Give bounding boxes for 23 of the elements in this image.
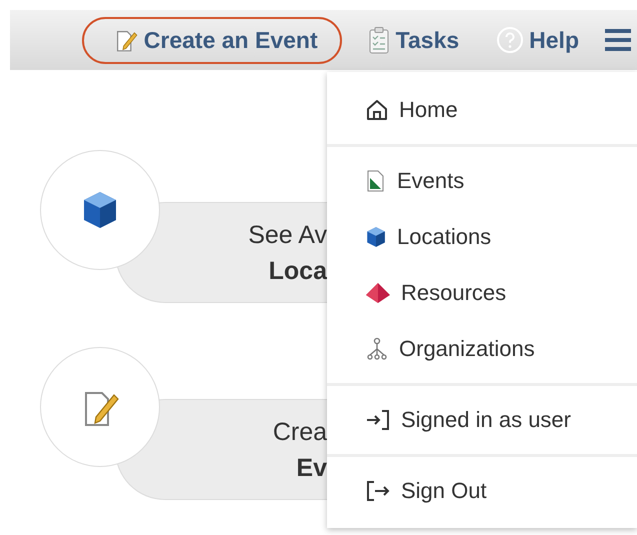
- nav-link[interactable]: Create an Event: [82, 16, 342, 64]
- nav-link[interactable]: Tasks: [356, 16, 472, 64]
- menu-item[interactable]: Locations: [327, 209, 637, 265]
- card-title: See Av: [248, 220, 327, 250]
- sign-out-icon: [365, 479, 391, 503]
- menu-item[interactable]: Signed in as user: [327, 392, 637, 448]
- nav-link[interactable]: Help: [485, 16, 591, 64]
- menu-item[interactable]: Resources: [327, 265, 637, 321]
- sign-in-icon: [365, 408, 391, 432]
- menu-item[interactable]: Sign Out: [327, 463, 637, 519]
- help-icon: [497, 27, 524, 53]
- hierarchy-icon: [365, 337, 389, 361]
- cube-icon: [365, 226, 387, 248]
- card-title: Ev: [296, 452, 327, 484]
- pyramid-icon: [365, 282, 391, 304]
- home-icon: [365, 98, 389, 122]
- menu-item[interactable]: Organizations: [327, 321, 637, 377]
- menu-icon[interactable]: [605, 27, 631, 53]
- clipboard-icon: [368, 26, 390, 54]
- card-title: Loca: [268, 256, 327, 286]
- card-title: Crea: [272, 416, 327, 448]
- menu-item[interactable]: Events: [327, 153, 637, 209]
- menu-item[interactable]: Home: [327, 82, 637, 138]
